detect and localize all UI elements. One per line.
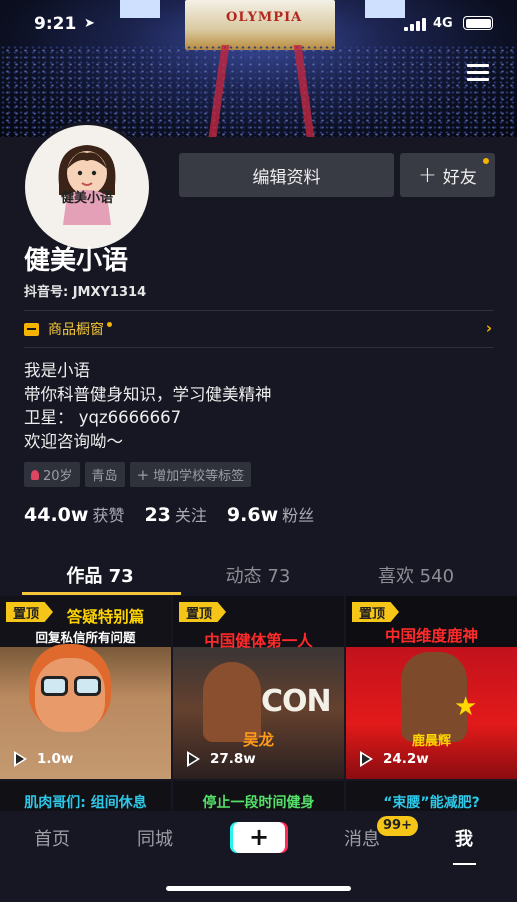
likes-label: 获赞 — [92, 506, 125, 525]
add-friend-button[interactable]: + 好友 — [400, 153, 495, 197]
video-thumbnail[interactable]: 肌肉哥们: 组间休息 — [0, 781, 171, 811]
play-icon — [14, 751, 27, 767]
video-title: 停止一段时间健身 — [202, 795, 315, 811]
nav-local[interactable]: 同城 — [115, 825, 195, 851]
video-title: 中国健体第一人 — [204, 632, 313, 650]
bio-line: 欢迎咨询呦～ — [24, 431, 123, 451]
menu-icon[interactable] — [467, 64, 489, 82]
video-caption-name: 鹿晨辉 — [411, 734, 451, 749]
likes-count: 44.0w — [24, 504, 89, 526]
video-title: “束腰”能减肥? — [383, 795, 480, 811]
nickname: 健美小语 — [24, 246, 129, 276]
add-tag-button[interactable]: + 增加学校等标签 — [129, 462, 252, 487]
active-nav-indicator — [453, 863, 476, 865]
shop-icon — [24, 322, 39, 336]
pinned-badge: 置顶 — [6, 602, 54, 622]
female-icon — [31, 469, 39, 480]
tag-label: 青岛 — [91, 469, 118, 484]
plus-icon: + — [136, 465, 150, 484]
location-arrow-icon: ➤ — [84, 16, 95, 31]
tab-indicator — [22, 592, 181, 595]
star-icon: ★ — [454, 692, 478, 722]
play-icon — [360, 751, 373, 767]
tag-age: 20岁 — [24, 462, 80, 487]
shop-window-row[interactable]: 商品橱窗 › — [24, 319, 494, 339]
overlay-text: CON — [261, 684, 332, 719]
following-count[interactable]: 23 — [144, 504, 170, 526]
tag-label: 20岁 — [43, 469, 73, 484]
content-tabs: 作品 73 动态 73 喜欢 540 — [0, 558, 517, 596]
messages-badge: 99+ — [377, 816, 418, 836]
avatar-caption: 健美小语 — [60, 191, 113, 206]
tag-city: 青岛 — [84, 462, 125, 487]
notification-dot — [107, 321, 112, 327]
video-thumbnail[interactable]: “束腰”能减肥? — [346, 781, 517, 811]
tab-activity[interactable]: 动态 73 — [172, 562, 344, 588]
pinned-badge: 置顶 — [179, 602, 227, 622]
tag-label: 增加学校等标签 — [153, 469, 245, 484]
battery-icon — [463, 16, 493, 30]
play-count: 24.2w — [360, 751, 429, 767]
plus-icon: + — [233, 822, 285, 853]
create-button[interactable]: + — [230, 822, 288, 853]
divider — [24, 347, 494, 348]
network-type: 4G — [433, 16, 453, 31]
bio-line: 带你科普健身知识，学习健美精神 — [24, 384, 272, 404]
tab-works[interactable]: 作品 73 — [14, 562, 186, 588]
pinned-badge: 置顶 — [352, 602, 400, 622]
video-title: 中国维度鹿神 — [384, 627, 478, 645]
fans-count[interactable]: 9.6w — [227, 504, 278, 526]
video-thumbnail[interactable]: 停止一段时间健身 — [173, 781, 344, 811]
nav-home[interactable]: 首页 — [12, 825, 92, 851]
home-indicator[interactable] — [166, 886, 351, 891]
fans-label[interactable]: 粉丝 — [282, 502, 314, 526]
signal-icon — [404, 18, 426, 31]
divider — [24, 310, 494, 311]
video-thumbnail[interactable]: 答疑特别篇 回复私信所有问题 置顶 1.0w — [0, 596, 171, 779]
profile-tags: 20岁 青岛 + 增加学校等标签 — [24, 462, 252, 487]
nav-me[interactable]: 我 — [424, 825, 504, 851]
play-count: 1.0w — [14, 751, 73, 767]
video-thumbnail[interactable]: CON 中国健体第一人 吴龙 置顶 27.8w — [173, 596, 344, 779]
bio-line: 我是小语 — [24, 361, 90, 380]
tab-likes[interactable]: 喜欢 540 — [330, 562, 502, 588]
following-label[interactable]: 关注 — [175, 502, 207, 526]
shop-window-label: 商品橱窗 — [48, 322, 104, 338]
bio-line: 卫星： yqz6666667 — [24, 408, 182, 427]
profile-stats: 44.0w 获赞 23 关注 9.6w 粉丝 — [24, 502, 314, 526]
video-subtitle: 回复私信所有问题 — [35, 630, 136, 645]
play-icon — [187, 751, 200, 767]
notification-dot — [483, 158, 489, 164]
play-count: 27.8w — [187, 751, 256, 767]
status-time: 9:21 — [34, 14, 77, 34]
status-bar: 9:21 ➤ 4G — [0, 0, 517, 46]
douyin-id: 抖音号: JMXY1314 — [24, 285, 147, 300]
chevron-right-icon: › — [485, 319, 492, 337]
video-title: 肌肉哥们: 组间休息 — [24, 795, 147, 811]
add-friend-label: 好友 — [442, 167, 477, 188]
avatar[interactable]: 健美小语 — [22, 122, 152, 252]
edit-profile-button[interactable]: 编辑资料 — [179, 153, 394, 197]
video-thumbnail[interactable]: ★ 中国维度鹿神 鹿晨辉 置顶 24.2w — [346, 596, 517, 779]
video-caption-name: 吴龙 — [242, 731, 274, 749]
plus-icon: + — [418, 162, 437, 188]
bio: 我是小语 带你科普健身知识，学习健美精神 卫星： yqz6666667 欢迎咨询… — [24, 359, 272, 453]
